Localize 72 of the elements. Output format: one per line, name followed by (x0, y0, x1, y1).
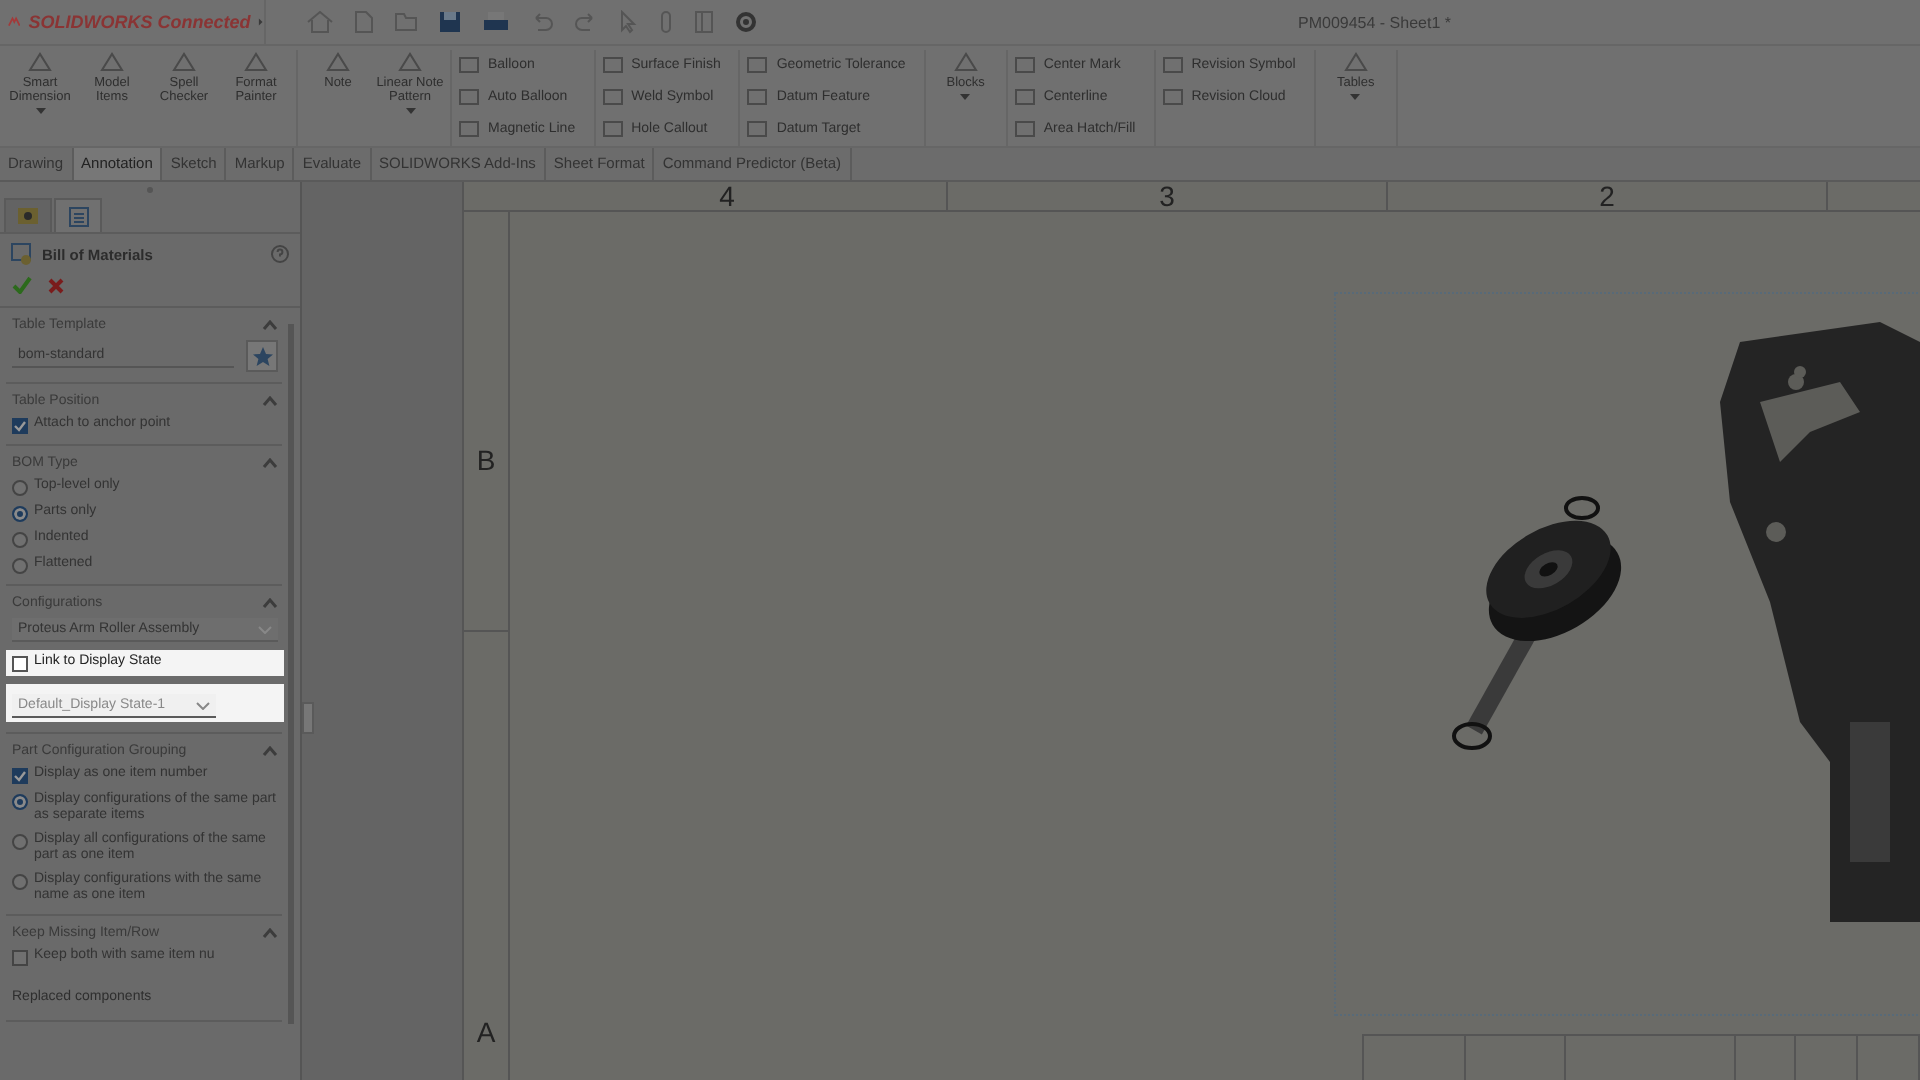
open-folder-icon[interactable] (394, 10, 418, 34)
tool-icon (1161, 85, 1184, 107)
caret-icon[interactable] (35, 108, 45, 114)
radio-button[interactable] (12, 874, 28, 890)
radio-button[interactable] (12, 794, 28, 810)
collapse-chevron-icon[interactable] (262, 458, 278, 468)
radio-button[interactable] (12, 506, 28, 522)
pointer-icon[interactable] (618, 10, 638, 34)
tool-icon (98, 50, 126, 74)
panel-tab[interactable] (54, 198, 102, 232)
tool-icon (951, 50, 980, 74)
settings-icon[interactable] (734, 10, 758, 34)
home-icon[interactable] (306, 10, 334, 34)
tool-icon (746, 53, 769, 75)
collapse-chevron-icon[interactable] (262, 396, 278, 406)
tool-icon (746, 117, 769, 139)
panel-icon[interactable] (694, 10, 714, 34)
checkbox[interactable] (12, 950, 28, 966)
radio-button[interactable] (12, 558, 28, 574)
list-icon (67, 205, 89, 227)
checkbox[interactable] (12, 768, 28, 784)
tool-icon (1341, 50, 1370, 74)
tool-icon (1013, 85, 1036, 107)
tree-icon (16, 206, 40, 226)
tool-icon (601, 85, 624, 107)
collapse-chevron-icon[interactable] (262, 746, 278, 756)
tool-icon (601, 53, 624, 75)
radio-button[interactable] (12, 532, 28, 548)
collapse-chevron-icon[interactable] (262, 598, 278, 608)
save-icon[interactable] (438, 10, 462, 34)
tool-icon (458, 53, 480, 75)
tool-icon (601, 117, 624, 139)
splitter-handle[interactable] (302, 702, 314, 734)
radio-button[interactable] (12, 834, 28, 850)
app-name: SOLIDWORKS Connected (28, 12, 251, 32)
tool-icon (1013, 117, 1036, 139)
tool-icon (458, 117, 480, 139)
collapse-chevron-icon[interactable] (262, 928, 278, 938)
new-document-icon[interactable] (354, 10, 374, 34)
radio-button[interactable] (12, 480, 28, 496)
tool-icon (26, 50, 54, 74)
zone-label: 3 (1159, 180, 1175, 212)
zone-label: 2 (1599, 180, 1615, 212)
zone-label: B (476, 444, 496, 477)
expand-arrow-icon[interactable] (258, 14, 264, 30)
ok-check-icon[interactable] (12, 276, 32, 294)
redo-icon[interactable] (574, 10, 598, 34)
collapse-chevron-icon[interactable] (262, 320, 278, 330)
zone-label: 4 (719, 180, 735, 212)
help-icon[interactable] (270, 244, 290, 264)
print-icon[interactable] (482, 10, 510, 34)
cancel-x-icon[interactable] (48, 277, 64, 293)
star-icon (251, 345, 273, 367)
caret-icon[interactable] (960, 94, 971, 100)
checkbox[interactable] (12, 656, 28, 672)
tool-icon (242, 50, 270, 74)
chevron-down-icon (196, 701, 210, 709)
caret-icon[interactable] (405, 108, 415, 114)
table-icon (10, 242, 34, 266)
panel-tab[interactable] (4, 198, 52, 232)
tool-icon (746, 85, 769, 107)
tool-icon (170, 50, 198, 74)
caret-icon[interactable] (1350, 94, 1361, 100)
add-favorite-button[interactable] (246, 340, 278, 372)
checkbox[interactable] (12, 418, 28, 434)
tool-icon (458, 85, 480, 107)
tool-icon (1161, 53, 1184, 75)
tool-icon (324, 50, 352, 74)
zone-label: A (476, 1016, 496, 1048)
undo-icon[interactable] (530, 10, 554, 34)
tool-icon (396, 50, 424, 74)
tool-icon (1013, 53, 1036, 75)
